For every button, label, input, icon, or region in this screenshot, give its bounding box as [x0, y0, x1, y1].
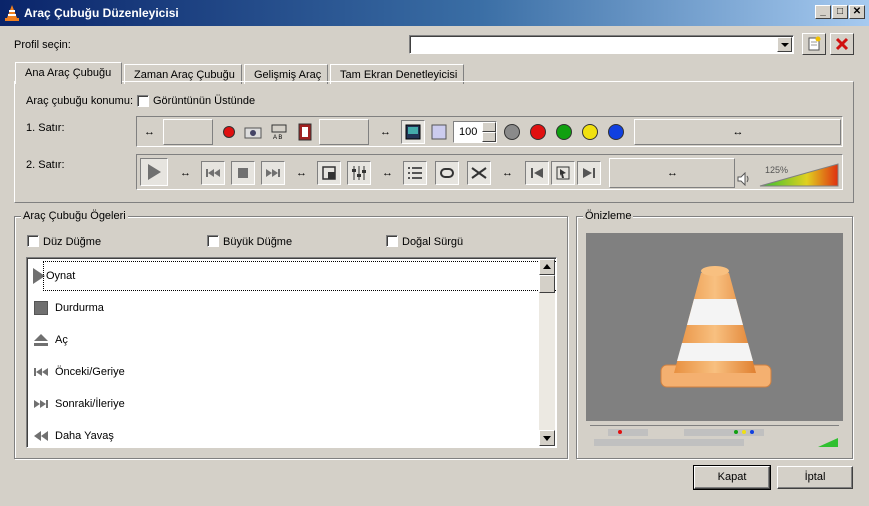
red-key-icon[interactable]	[526, 120, 550, 144]
delete-icon	[835, 37, 849, 51]
vlc-cone-icon	[586, 266, 843, 450]
record-icon[interactable]	[217, 120, 241, 144]
stop-icon	[32, 299, 50, 317]
list-item[interactable]: Aç	[29, 324, 541, 356]
expanding-spacer-slot[interactable]: ↔	[634, 119, 841, 145]
window-title: Araç Çubuğu Düzenleyicisi	[24, 6, 179, 20]
profile-label: Profil seçin:	[14, 39, 71, 51]
list-item-label: Durdurma	[55, 302, 104, 314]
title-bar: Araç Çubuğu Düzenleyicisi _ □ ✕	[0, 0, 869, 26]
play-icon[interactable]	[140, 158, 168, 186]
yellow-key-icon[interactable]	[578, 120, 602, 144]
previous-icon[interactable]	[201, 161, 225, 185]
next-icon[interactable]	[261, 161, 285, 185]
above-video-checkbox[interactable]	[137, 95, 149, 107]
above-video-label: Görüntünün Üstünde	[153, 95, 256, 107]
list-item-label: Daha Yavaş	[55, 430, 114, 442]
delete-profile-button[interactable]	[830, 33, 854, 55]
gray-effect-icon[interactable]	[500, 120, 524, 144]
vlc-cone-icon	[5, 5, 19, 21]
expanding-spacer-icon[interactable]: ↔	[137, 120, 161, 144]
preview-image	[586, 233, 843, 450]
scroll-up-button[interactable]	[539, 259, 555, 275]
volume-slider[interactable]	[758, 161, 840, 187]
fullscreen-toggle-icon[interactable]	[317, 161, 341, 185]
blue-key-icon[interactable]	[604, 120, 628, 144]
new-profile-button[interactable]	[802, 33, 826, 55]
preview-group-title: Önizleme	[583, 210, 634, 222]
tab-main-toolbar[interactable]: Ana Araç Çubuğu	[15, 62, 122, 84]
empty-slot[interactable]	[163, 119, 213, 145]
toolbar-position-label: Araç çubuğu konumu:	[26, 95, 134, 107]
scroll-down-button[interactable]	[539, 430, 555, 446]
green-key-icon[interactable]	[552, 120, 576, 144]
cancel-button[interactable]: İptal	[777, 466, 853, 489]
minimize-button[interactable]: _	[815, 5, 831, 19]
scroll-thumb[interactable]	[539, 275, 555, 293]
equalizer-icon[interactable]	[347, 161, 371, 185]
row1-label: 1. Satır:	[26, 122, 65, 134]
list-item[interactable]: Önceki/Geriye	[29, 356, 541, 388]
row2-label: 2. Satır:	[26, 159, 65, 171]
spacer-icon[interactable]: ↔	[495, 161, 519, 185]
flat-button-checkbox[interactable]	[27, 235, 39, 247]
loop-ab-icon[interactable]: A B	[267, 120, 291, 144]
zoom-spinbox[interactable]: 100	[453, 121, 497, 143]
new-document-icon	[808, 36, 821, 51]
list-scrollbar[interactable]	[539, 259, 555, 446]
flat-button-label: Düz Düğme	[43, 236, 102, 248]
list-item[interactable]: Oynat	[29, 260, 556, 292]
toolbar-row-2: ↔ ↔ ↔ ↔ ↔ 125%	[136, 154, 843, 190]
toolbar-items-group-title: Araç Çubuğu Ögeleri	[21, 210, 128, 222]
zoom-value: 100	[459, 126, 478, 138]
expanding-spacer-icon: ↔	[732, 126, 744, 138]
shuffle-icon[interactable]	[467, 161, 491, 185]
fullscreen-icon[interactable]	[401, 120, 425, 144]
slower-icon	[32, 427, 50, 445]
snapshot-icon[interactable]	[241, 120, 265, 144]
next-frame-icon[interactable]	[577, 161, 601, 185]
expanding-spacer-icon: ↔	[667, 167, 678, 179]
native-slider-checkbox[interactable]	[386, 235, 398, 247]
playlist-icon[interactable]	[403, 161, 427, 185]
toolbar-row-1: ↔ A B ↔ 100 ↔	[136, 116, 843, 147]
previous-frame-icon[interactable]	[525, 161, 549, 185]
big-button-checkbox[interactable]	[207, 235, 219, 247]
close-window-button[interactable]: ✕	[849, 5, 865, 19]
list-item-label: Oynat	[42, 261, 556, 291]
empty-slot[interactable]	[319, 119, 369, 145]
speaker-icon[interactable]	[737, 171, 751, 189]
list-item[interactable]: Durdurma	[29, 292, 541, 324]
toolbar-items-list[interactable]: Oynat Durdurma Aç Önceki/Geriye Sonraki/…	[26, 257, 557, 448]
stop-icon[interactable]	[231, 161, 255, 185]
list-item-label: Aç	[55, 334, 68, 346]
profile-select[interactable]	[409, 35, 794, 54]
close-button[interactable]: Kapat	[693, 465, 771, 490]
list-item[interactable]: Sonraki/İleriye	[29, 388, 541, 420]
spacer-icon[interactable]: ↔	[375, 161, 399, 185]
maximize-button[interactable]: □	[832, 5, 848, 19]
previous-icon	[32, 363, 50, 381]
native-slider-label: Doğal Sürgü	[402, 236, 464, 248]
next-icon	[32, 395, 50, 413]
expanding-spacer-slot[interactable]: ↔	[609, 158, 735, 188]
info-icon[interactable]	[551, 161, 575, 185]
expanding-spacer-icon[interactable]: ↔	[373, 120, 397, 144]
eject-icon	[32, 331, 50, 349]
spin-down-button[interactable]	[482, 132, 496, 142]
big-button-label: Büyük Düğme	[223, 236, 293, 248]
spacer-icon[interactable]: ↔	[289, 161, 313, 185]
spin-up-button[interactable]	[482, 122, 496, 132]
loop-icon[interactable]	[435, 161, 459, 185]
playlist-window-icon[interactable]	[427, 120, 451, 144]
spacer-icon[interactable]: ↔	[173, 161, 197, 185]
svg-text:A B: A B	[273, 135, 282, 141]
list-item-label: Önceki/Geriye	[55, 366, 125, 378]
frame-by-frame-icon[interactable]	[293, 120, 317, 144]
list-item[interactable]: Daha Yavaş	[29, 420, 541, 447]
list-item-label: Sonraki/İleriye	[55, 398, 125, 410]
chevron-down-icon[interactable]	[777, 37, 792, 52]
